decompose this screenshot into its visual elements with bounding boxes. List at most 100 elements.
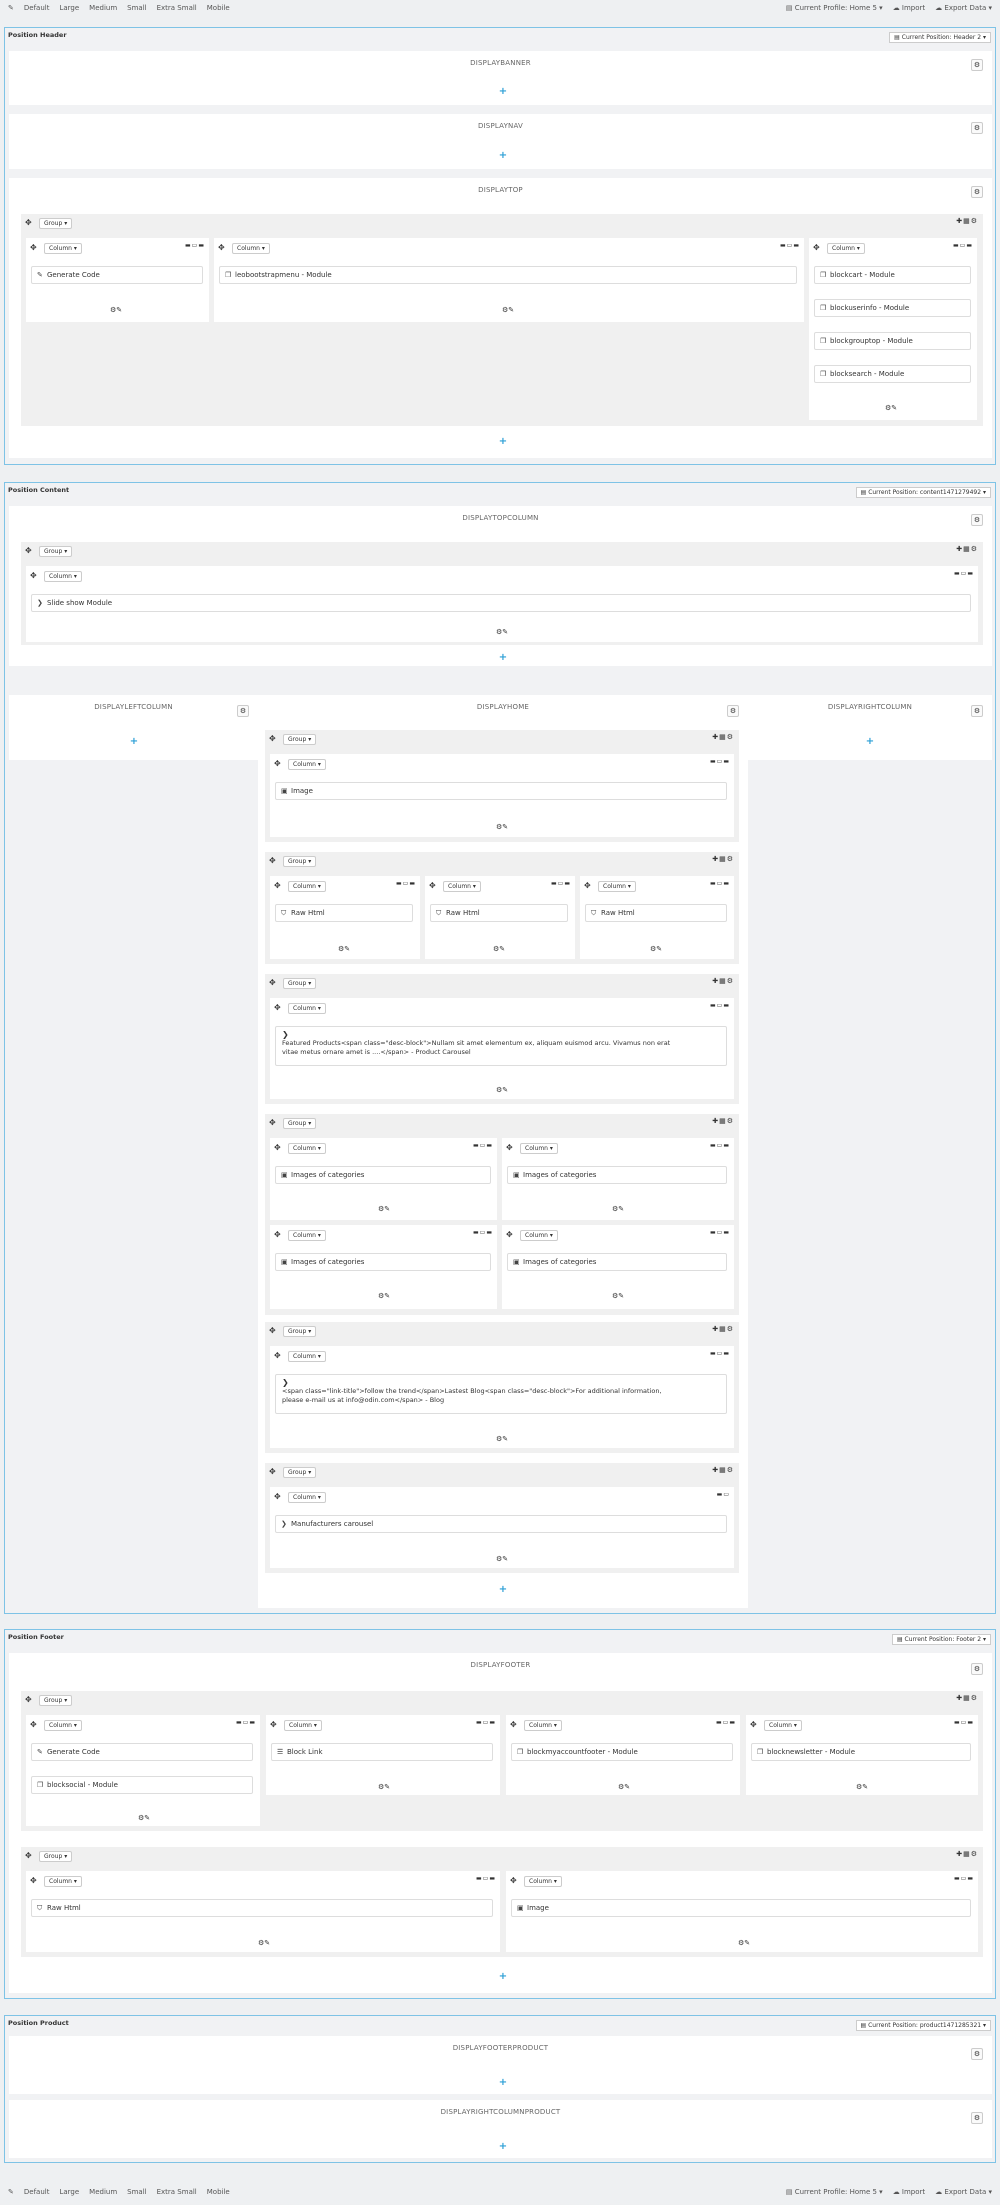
move-icon[interactable]: ✥ [274, 1230, 281, 1240]
size-extra-small[interactable]: Extra Small [157, 4, 197, 12]
column-settings-controls[interactable]: ⚙✎ [496, 628, 508, 636]
column-dropdown[interactable]: Column ▾ [520, 1143, 558, 1154]
group-actions[interactable]: ✚▦⚙ [712, 855, 734, 864]
pencil-icon[interactable]: ✎ [8, 2188, 14, 2196]
group-dropdown[interactable]: Group ▾ [39, 1851, 73, 1862]
gear-icon[interactable]: ⚙ [727, 705, 739, 717]
group-actions[interactable]: ✚▦⚙ [956, 545, 978, 554]
column-dropdown[interactable]: Column ▾ [44, 243, 82, 254]
column-dropdown[interactable]: Column ▾ [827, 243, 865, 254]
move-icon[interactable]: ✥ [25, 546, 32, 556]
move-icon[interactable]: ✥ [506, 1143, 513, 1153]
column-width-controls[interactable]: ▬▭▬ [710, 1229, 730, 1237]
size-medium[interactable]: Medium [89, 2188, 117, 2196]
column-settings-controls[interactable]: ⚙✎ [496, 1555, 508, 1563]
column-settings-controls[interactable]: ⚙✎ [110, 306, 122, 314]
widget-product-carousel[interactable]: ❯ Featured Products<span class="desc-blo… [275, 1026, 727, 1066]
move-icon[interactable]: ✥ [584, 881, 591, 891]
column-settings-controls[interactable]: ⚙✎ [618, 1783, 630, 1791]
gear-icon[interactable]: ⚙ [971, 59, 983, 71]
column-dropdown[interactable]: Column ▾ [598, 881, 636, 892]
add-group-plus-icon[interactable]: + [498, 151, 508, 161]
move-icon[interactable]: ✥ [30, 1876, 37, 1886]
widget-images-of-categories[interactable]: ▣ Images of categories [507, 1166, 727, 1184]
widget-blocksocial[interactable]: ❐ blocksocial - Module [31, 1776, 253, 1794]
widget-raw-html[interactable]: ⛉ Raw Html [585, 904, 727, 922]
group-dropdown[interactable]: Group ▾ [283, 978, 317, 989]
widget-blockuserinfo[interactable]: ❐ blockuserinfo - Module [814, 299, 971, 317]
column-width-controls[interactable]: ▬▭▬ [710, 880, 730, 888]
move-icon[interactable]: ✥ [269, 856, 276, 866]
column-width-controls[interactable]: ▬▭▬ [473, 1229, 493, 1237]
add-group-plus-icon[interactable]: + [498, 2142, 508, 2152]
pencil-icon[interactable]: ✎ [8, 4, 14, 12]
add-group-plus-icon[interactable]: + [498, 1972, 508, 1982]
gear-icon[interactable]: ⚙ [971, 186, 983, 198]
profile-dropdown[interactable]: ▤ Current Profile: Home 5 ▾ [786, 4, 883, 12]
move-icon[interactable]: ✥ [218, 243, 225, 253]
move-icon[interactable]: ✥ [429, 881, 436, 891]
column-width-controls[interactable]: ▬▭▬ [710, 1350, 730, 1358]
widget-images-of-categories[interactable]: ▣ Images of categories [507, 1253, 727, 1271]
column-settings-controls[interactable]: ⚙✎ [138, 1814, 150, 1822]
add-group-plus-icon[interactable]: + [865, 737, 875, 747]
group-actions[interactable]: ✚▦⚙ [956, 1694, 978, 1703]
position-select[interactable]: ▤ Current Position: content1471279492 ▾ [855, 487, 991, 498]
move-icon[interactable]: ✥ [25, 218, 32, 228]
widget-image[interactable]: ▣ Image [275, 782, 727, 800]
column-dropdown[interactable]: Column ▾ [44, 1876, 82, 1887]
group-dropdown[interactable]: Group ▾ [283, 856, 317, 867]
widget-images-of-categories[interactable]: ▣ Images of categories [275, 1253, 491, 1271]
move-icon[interactable]: ✥ [506, 1230, 513, 1240]
column-width-controls[interactable]: ▬▭▬ [716, 1719, 736, 1727]
column-dropdown[interactable]: Column ▾ [44, 1720, 82, 1731]
column-settings-controls[interactable]: ⚙✎ [378, 1292, 390, 1300]
column-settings-controls[interactable]: ⚙✎ [496, 1086, 508, 1094]
import-button[interactable]: ☁ Import [893, 2188, 925, 2196]
size-large[interactable]: Large [59, 2188, 79, 2196]
column-settings-controls[interactable]: ⚙✎ [338, 945, 350, 953]
move-icon[interactable]: ✥ [269, 734, 276, 744]
add-group-plus-icon[interactable]: + [498, 2078, 508, 2088]
group-dropdown[interactable]: Group ▾ [283, 1326, 317, 1337]
column-width-controls[interactable]: ▬▭▬ [396, 880, 416, 888]
column-dropdown[interactable]: Column ▾ [44, 571, 82, 582]
move-icon[interactable]: ✥ [30, 1720, 37, 1730]
move-icon[interactable]: ✥ [25, 1695, 32, 1705]
column-settings-controls[interactable]: ⚙✎ [496, 1435, 508, 1443]
column-dropdown[interactable]: Column ▾ [524, 1720, 562, 1731]
add-group-plus-icon[interactable]: + [129, 737, 139, 747]
column-dropdown[interactable]: Column ▾ [288, 1492, 326, 1503]
column-dropdown[interactable]: Column ▾ [524, 1876, 562, 1887]
widget-raw-html[interactable]: ⛉ Raw Html [275, 904, 413, 922]
column-settings-controls[interactable]: ⚙✎ [612, 1205, 624, 1213]
move-icon[interactable]: ✥ [274, 1143, 281, 1153]
move-icon[interactable]: ✥ [510, 1720, 517, 1730]
widget-images-of-categories[interactable]: ▣ Images of categories [275, 1166, 491, 1184]
widget-generate-code[interactable]: ✎ Generate Code [31, 1743, 253, 1761]
column-settings-controls[interactable]: ⚙✎ [856, 1783, 868, 1791]
column-width-controls[interactable]: ▬▭ [717, 1491, 730, 1499]
widget-blog[interactable]: ❯ <span class="link-title">follow the tr… [275, 1374, 727, 1414]
group-dropdown[interactable]: Group ▾ [39, 218, 73, 229]
widget-blockmyaccountfooter[interactable]: ❐ blockmyaccountfooter - Module [511, 1743, 733, 1761]
gear-icon[interactable]: ⚙ [971, 2048, 983, 2060]
widget-slideshow[interactable]: ❯ Slide show Module [31, 594, 971, 612]
add-group-plus-icon[interactable]: + [498, 653, 508, 663]
column-width-controls[interactable]: ▬▭▬ [710, 1142, 730, 1150]
column-width-controls[interactable]: ▬▭▬ [954, 1719, 974, 1727]
column-width-controls[interactable]: ▬▭▬ [476, 1875, 496, 1883]
export-button[interactable]: ☁ Export Data ▾ [935, 4, 992, 12]
move-icon[interactable]: ✥ [274, 1003, 281, 1013]
position-select[interactable]: ▤ Current Position: product1471285321 ▾ [855, 2020, 991, 2031]
size-small[interactable]: Small [127, 2188, 146, 2196]
group-dropdown[interactable]: Group ▾ [39, 1695, 73, 1706]
move-icon[interactable]: ✥ [25, 1851, 32, 1861]
group-actions[interactable]: ✚▦⚙ [712, 977, 734, 986]
move-icon[interactable]: ✥ [30, 571, 37, 581]
position-select[interactable]: ▤ Current Position: Header 2 ▾ [889, 32, 991, 43]
widget-raw-html[interactable]: ⛉ Raw Html [430, 904, 568, 922]
column-width-controls[interactable]: ▬▭▬ [954, 570, 974, 578]
column-dropdown[interactable]: Column ▾ [288, 759, 326, 770]
column-width-controls[interactable]: ▬▭▬ [780, 242, 800, 250]
